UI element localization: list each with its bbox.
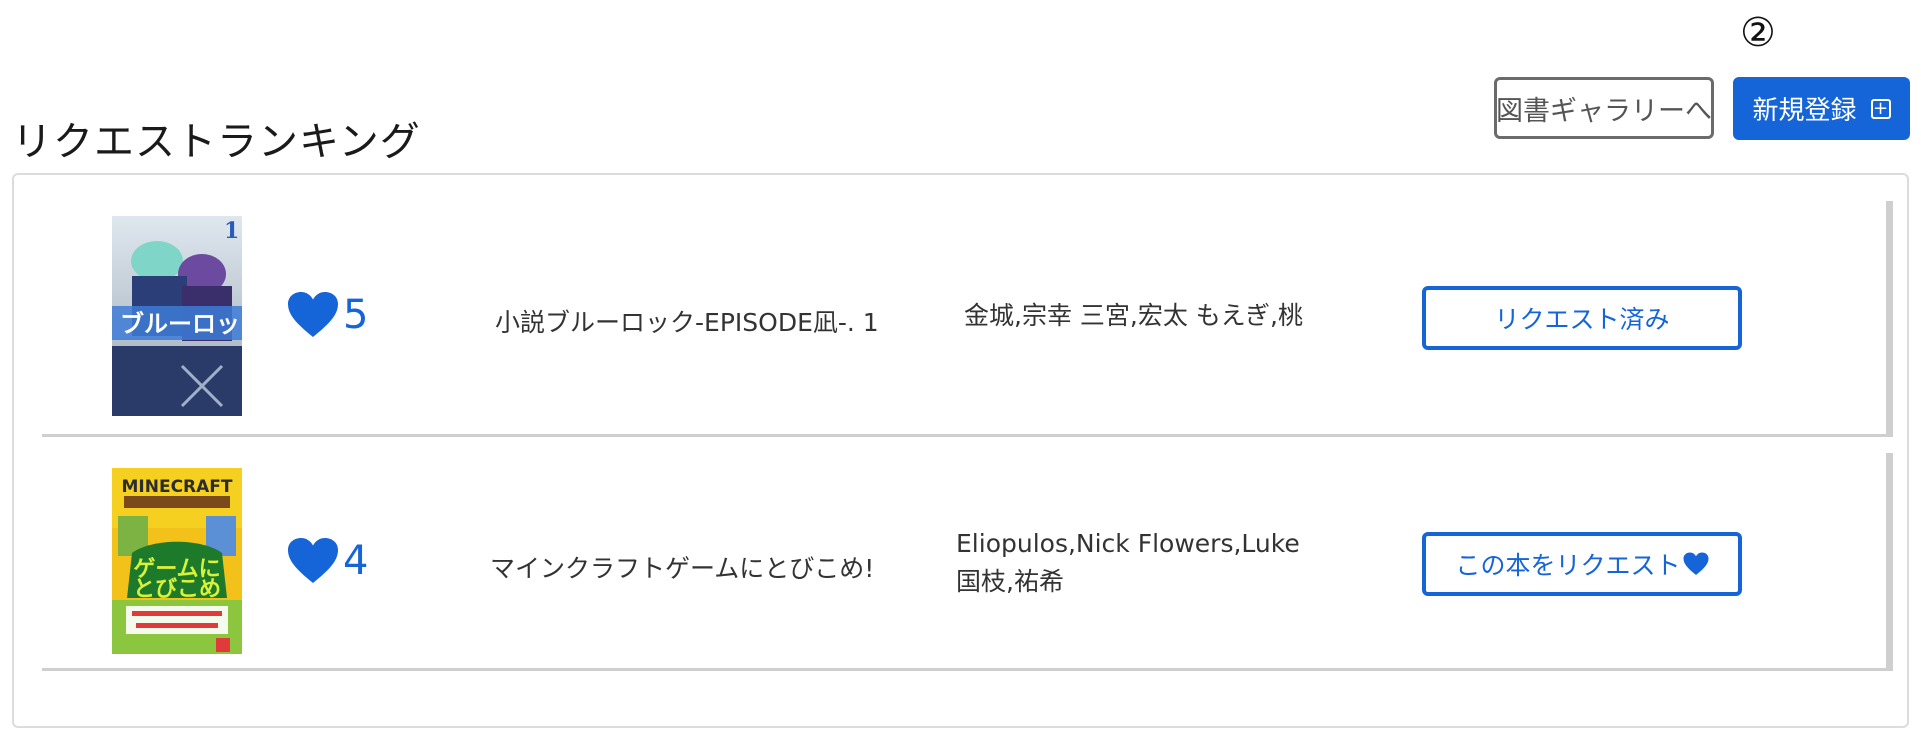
ranking-row: MINECRAFT ゲームに とびこめ 4 マインクラフトゲームにとびこめ! E… [42,453,1893,671]
author-line: 金城,宗幸 三宮,宏太 もえぎ,桃 [964,301,1303,330]
new-register-button[interactable]: 新規登録 + [1733,77,1910,140]
book-cover-image: ブルーロック 1 [112,216,242,416]
heart-icon [288,292,338,337]
heart-icon [1683,552,1708,575]
heart-icon [288,538,338,583]
svg-text:とびこめ: とびこめ [133,577,221,602]
like-count: 5 [343,292,369,338]
cover-logo-text: MINECRAFT [121,477,232,497]
book-author: 金城,宗幸 三宮,宏太 もえぎ,桃 [964,297,1303,335]
requested-button[interactable]: リクエスト済み [1422,286,1742,350]
book-title: 小説ブルーロック-EPISODE凪-. 1 [495,308,879,337]
like-counter: 5 [287,291,368,339]
author-line: Eliopulos,Nick Flowers,Luke [956,529,1300,558]
request-ranking-page: ② ① リクエストランキング 図書ギャラリーへ 新規登録 + [0,0,1921,740]
annotation-marker-2: ② [1740,10,1776,56]
page-title: リクエストランキング [12,118,421,165]
gallery-button[interactable]: 図書ギャラリーへ [1494,77,1714,139]
author-line: 国枝,祐希 [956,567,1064,596]
like-counter: 4 [287,537,368,585]
request-book-button[interactable]: この本をリクエスト [1422,532,1742,596]
new-register-label: 新規登録 [1752,96,1857,126]
book-title: マインクラフトゲームにとびこめ! [490,554,875,583]
book-cover-image: MINECRAFT ゲームに とびこめ [112,468,242,654]
like-count: 4 [343,538,369,584]
ranking-row: ブルーロック 1 5 小説ブルーロック-EPISODE凪-. 1 金城,宗幸 三… [42,201,1893,437]
request-book-label: この本をリクエスト [1455,551,1681,580]
book-author: Eliopulos,Nick Flowers,Luke 国枝,祐希 [956,525,1300,601]
ranking-panel: ブルーロック 1 5 小説ブルーロック-EPISODE凪-. 1 金城,宗幸 三… [12,173,1909,728]
plus-square-icon: + [1870,98,1891,119]
cover-volume-number: 1 [224,218,239,244]
svg-text:ブルーロック: ブルーロック [120,310,242,338]
